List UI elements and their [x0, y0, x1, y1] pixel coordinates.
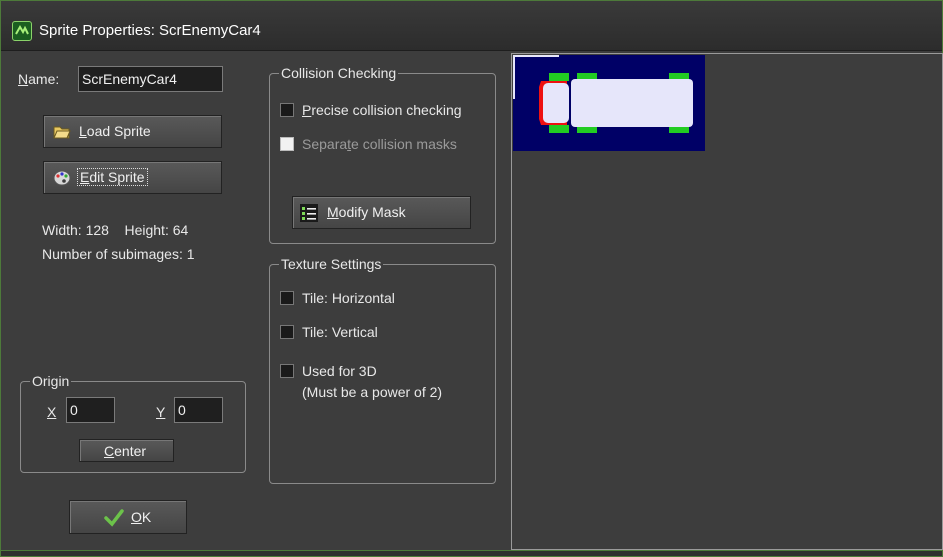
tile-horizontal-checkbox[interactable] — [280, 291, 294, 305]
texture-settings-title: Texture Settings — [279, 256, 384, 272]
used-for-3d-label[interactable]: Used for 3D — [302, 363, 377, 379]
car-cab — [543, 83, 569, 123]
title-bar[interactable]: Sprite Properties: ScrEnemyCar4 — [1, 1, 942, 51]
origin-y-label: Y — [156, 404, 166, 420]
name-input[interactable] — [78, 66, 223, 92]
sprite-preview — [511, 53, 943, 550]
precise-collision-label[interactable]: Precise collision checking — [302, 102, 462, 118]
window-bottom-border — [1, 550, 942, 556]
window-title: Sprite Properties: ScrEnemyCar4 — [39, 22, 261, 39]
subimages-text: Number of subimages: 1 — [42, 246, 195, 262]
car-wheel-front-right — [549, 125, 569, 133]
tile-vertical-label[interactable]: Tile: Vertical — [302, 324, 378, 340]
checkmark-icon — [104, 508, 124, 528]
load-sprite-button[interactable]: Load Sprite — [43, 115, 222, 148]
precise-collision-checkbox[interactable] — [280, 103, 294, 117]
separate-masks-checkbox[interactable] — [280, 137, 294, 151]
sprite-image — [513, 55, 705, 151]
folder-open-icon — [52, 122, 72, 142]
sprite-left-highlight — [513, 55, 515, 99]
origin-title: Origin — [30, 373, 72, 389]
tile-horizontal-label[interactable]: Tile: Horizontal — [302, 290, 395, 306]
power-of-two-note: (Must be a power of 2) — [302, 384, 443, 400]
ok-button[interactable]: OK — [69, 500, 187, 534]
collision-checking-title: Collision Checking — [279, 65, 399, 81]
gamemaker-icon — [12, 21, 32, 41]
center-button[interactable]: Center — [79, 439, 174, 462]
paint-palette-icon — [52, 168, 72, 188]
car-body — [571, 79, 693, 127]
tile-vertical-checkbox[interactable] — [280, 325, 294, 339]
sprite-top-highlight — [513, 55, 559, 57]
modify-mask-button[interactable]: Modify Mask — [292, 196, 471, 229]
name-label: Name: — [18, 71, 60, 87]
origin-x-input[interactable] — [66, 397, 115, 423]
separate-masks-label: Separate collision masks — [302, 136, 457, 152]
edit-sprite-button[interactable]: Edit Sprite — [43, 161, 222, 194]
sprite-properties-window: Sprite Properties: ScrEnemyCar4 Name: Lo… — [0, 0, 943, 557]
origin-y-input[interactable] — [174, 397, 223, 423]
sprite-size-text: Width: 128 Height: 64 — [42, 222, 189, 238]
origin-x-label: X — [47, 404, 57, 420]
mask-list-icon — [299, 203, 319, 223]
used-for-3d-checkbox[interactable] — [280, 364, 294, 378]
car-wheel-front-left — [549, 73, 569, 81]
